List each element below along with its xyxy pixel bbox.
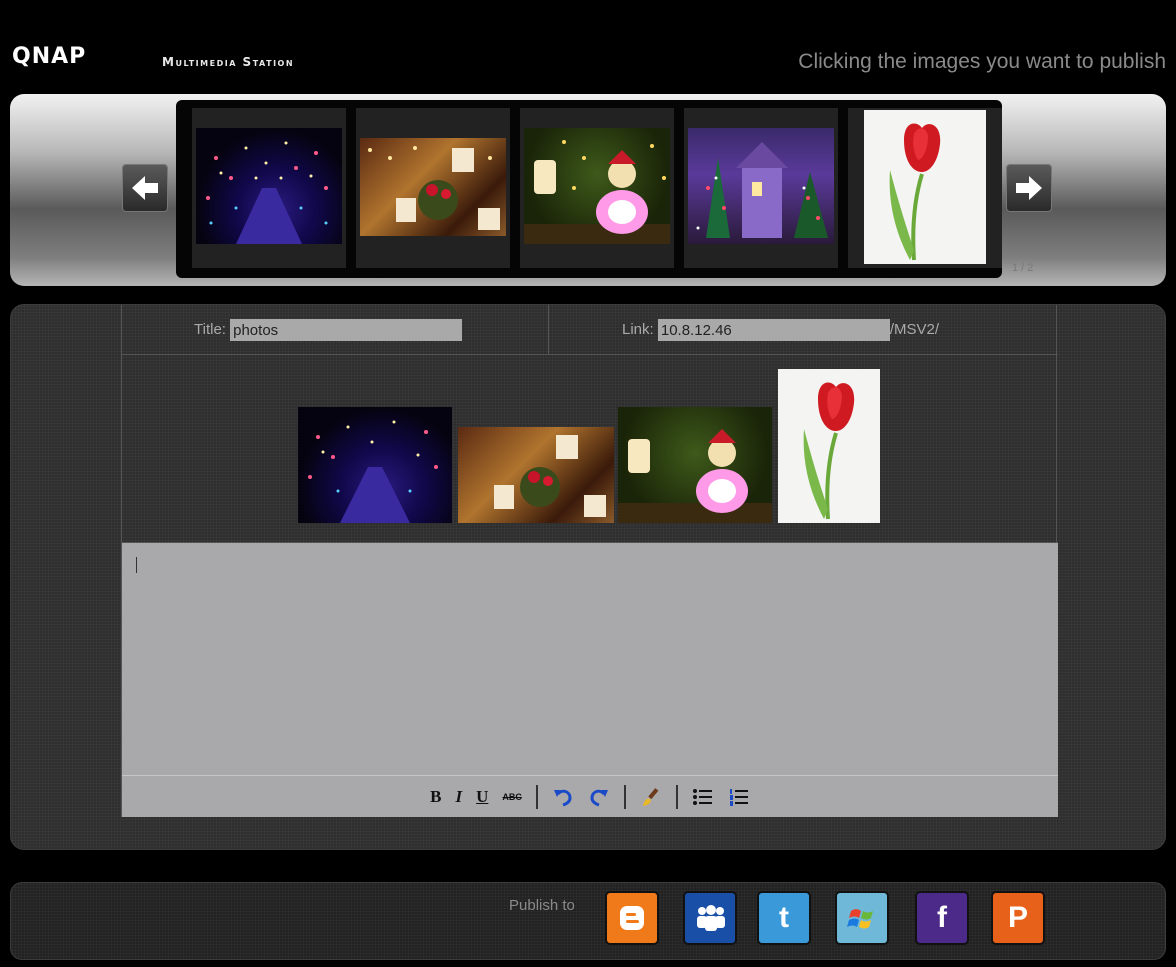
facebook-icon: f [937,901,947,934]
arrow-right-icon [1016,176,1042,200]
field-divider [548,305,549,355]
title-input[interactable] [230,319,463,341]
fields-row: Title: Link: /MSV2/ [122,305,1058,355]
clear-format-button[interactable] [640,786,662,808]
header: QNAP Multimedia Station Clicking the ima… [0,0,1176,92]
toolbar-separator [675,784,678,809]
plurk-button[interactable]: P [991,891,1045,945]
next-page-button[interactable] [1006,164,1052,212]
toolbar-separator [623,784,626,809]
thumbnail-carousel: 1 / 2 [10,94,1166,286]
underline-button[interactable]: U [476,787,488,807]
toolbar-separator [535,784,538,809]
numbered-list-button[interactable] [728,786,750,808]
app-name: Multimedia Station [162,55,295,69]
numbered-list-icon [729,788,748,806]
thumbnail-red-tulip[interactable] [848,108,1002,268]
publish-to-label: Publish to [509,897,575,914]
twitter-icon: t [779,901,789,934]
thumbnail-light-tunnel[interactable] [192,108,346,268]
plurk-icon: P [1007,901,1028,934]
bullet-list-icon [692,788,712,805]
thumbnail-snowman-lights[interactable] [520,108,674,268]
thumbnail-christmas-house[interactable] [684,108,838,268]
facebook-button[interactable]: f [915,891,969,945]
myspace-button[interactable] [683,891,737,945]
editor-toolbar: B I U ABC [122,775,1058,817]
link-input[interactable] [657,319,890,341]
redo-icon [590,789,608,806]
undo-icon [553,789,572,806]
link-suffix: /MSV2/ [889,320,940,338]
blogger-button[interactable] [605,891,659,945]
title-field: Title: [194,319,463,341]
thumbnail-strip [176,100,1002,278]
thumbnail-christmas-table[interactable] [356,108,510,268]
title-label: Title: [194,320,226,338]
publish-form: Title: Link: /MSV2/ [121,305,1058,817]
myspace-icon [697,905,725,931]
previous-page-button[interactable] [122,164,168,212]
text-caret [136,557,137,573]
publish-footer: Publish to t f P [10,882,1166,960]
arrow-left-icon [132,176,158,200]
page-indicator: 1 / 2 [1012,262,1034,274]
link-label: Link: [622,320,654,338]
blogger-icon [620,906,644,930]
description-editor[interactable] [122,543,1058,775]
link-field: Link: /MSV2/ [622,319,939,341]
qnap-logo: QNAP [12,44,87,69]
instruction-text: Clicking the images you want to publish [798,50,1166,73]
bullet-list-button[interactable] [692,786,714,808]
windows-flag-icon [847,909,873,929]
publish-panel: Title: Link: /MSV2/ [10,304,1166,850]
italic-button[interactable]: I [455,787,462,807]
selected-image-red-tulip[interactable] [778,369,880,523]
brush-icon [642,787,659,806]
windows-live-button[interactable] [835,891,889,945]
bold-button[interactable]: B [430,787,441,807]
selected-image-snowman-lights[interactable] [618,407,772,523]
selected-images-preview [122,355,1058,543]
twitter-button[interactable]: t [757,891,811,945]
undo-button[interactable] [552,786,574,808]
selected-image-light-tunnel[interactable] [298,407,452,523]
selected-image-christmas-table[interactable] [458,427,614,523]
redo-button[interactable] [588,786,610,808]
strikethrough-button[interactable]: ABC [502,792,522,802]
